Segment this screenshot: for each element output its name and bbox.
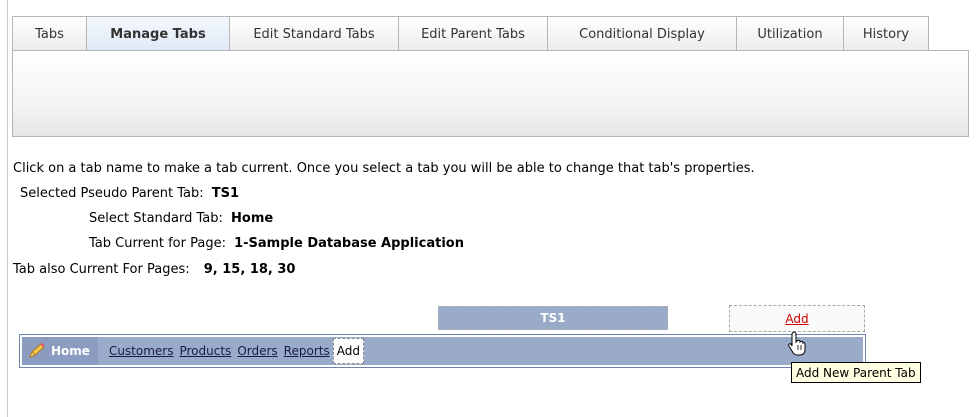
- tab-conditional-display[interactable]: Conditional Display: [547, 16, 737, 51]
- tab-edit-standard-tabs[interactable]: Edit Standard Tabs: [229, 16, 399, 51]
- standard-tab-reports[interactable]: Reports: [281, 337, 333, 365]
- select-standard-value: Home: [231, 211, 274, 226]
- selected-parent-label: Selected Pseudo Parent Tab:: [20, 186, 204, 201]
- selected-parent-value: TS1: [211, 186, 240, 201]
- tab-current-value: 1-Sample Database Application: [234, 236, 464, 251]
- standard-tab-strip: Home Customers Products Orders Reports A…: [19, 334, 866, 368]
- parent-tab-ts1[interactable]: TS1: [438, 306, 668, 330]
- tab-bar: Tabs Manage Tabs Edit Standard Tabs Edit…: [12, 16, 929, 51]
- tab-history[interactable]: History: [843, 16, 929, 51]
- add-standard-tab-link[interactable]: Add: [332, 338, 364, 364]
- tab-utilization[interactable]: Utilization: [736, 16, 844, 51]
- selected-parent-row: Selected Pseudo Parent Tab: TS1: [20, 186, 239, 201]
- standard-tab-orders[interactable]: Orders: [234, 337, 280, 365]
- standard-tab-home-label: Home: [51, 344, 90, 358]
- tab-panel: [12, 50, 969, 137]
- standard-tab-home[interactable]: Home: [22, 337, 98, 365]
- tab-current-row: Tab Current for Page: 1-Sample Database …: [89, 236, 464, 251]
- instruction-text: Click on a tab name to make a tab curren…: [13, 161, 755, 176]
- tab-edit-parent-tabs[interactable]: Edit Parent Tabs: [398, 16, 548, 51]
- select-standard-row: Select Standard Tab: Home: [89, 211, 273, 226]
- also-current-label: Tab also Current For Pages:: [13, 262, 190, 277]
- hand-cursor-icon: [788, 331, 806, 356]
- select-standard-label: Select Standard Tab:: [89, 211, 223, 226]
- tab-manage-tabs[interactable]: Manage Tabs: [86, 16, 230, 51]
- tab-tabs[interactable]: Tabs: [12, 16, 87, 51]
- also-current-value: 9, 15, 18, 30: [203, 262, 296, 277]
- tab-current-label: Tab Current for Page:: [89, 236, 226, 251]
- add-parent-tab-link[interactable]: Add: [729, 305, 865, 332]
- pencil-icon: [29, 343, 45, 358]
- standard-tab-products[interactable]: Products: [176, 337, 234, 365]
- also-current-row: Tab also Current For Pages: 9, 15, 18, 3…: [13, 262, 295, 277]
- standard-tab-customers[interactable]: Customers: [106, 337, 177, 365]
- tooltip: Add New Parent Tab: [791, 362, 921, 383]
